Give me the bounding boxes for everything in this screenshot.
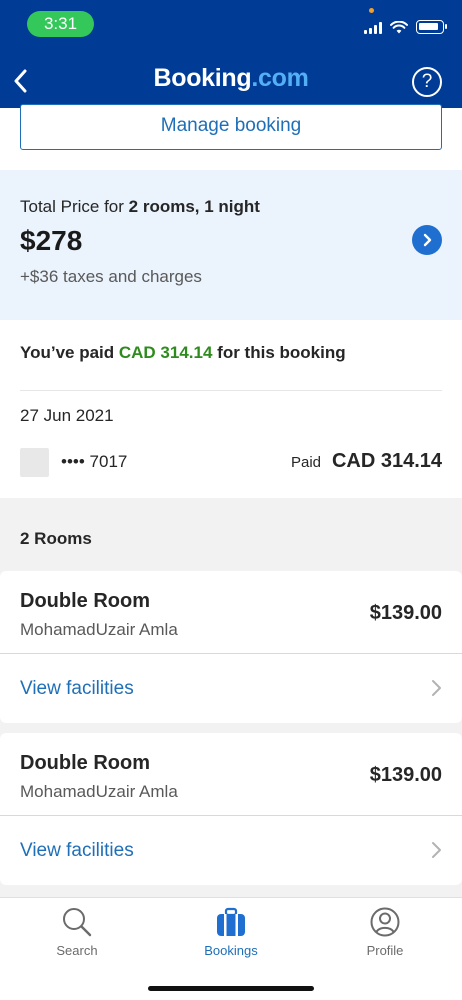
payment-summary-suffix: for this booking — [212, 343, 346, 362]
chevron-right-icon[interactable] — [430, 841, 442, 859]
total-price-label: Total Price for 2 rooms, 1 night — [20, 197, 260, 217]
battery-icon — [416, 20, 447, 34]
payment-section: You’ve paid CAD 314.14 for this booking … — [0, 320, 462, 498]
manage-booking-button[interactable]: Manage booking — [20, 104, 442, 150]
home-indicator — [148, 986, 314, 991]
chevron-right-icon[interactable] — [430, 679, 442, 697]
paid-amount: CAD 314.14 — [331, 450, 442, 472]
search-icon — [63, 908, 92, 937]
total-price-amount: $278 — [20, 225, 83, 256]
room-title: Double Room — [20, 590, 150, 612]
rooms-heading: 2 Rooms — [20, 529, 92, 548]
booking-logo: Booking.com — [0, 64, 462, 93]
tab-label: Search — [56, 943, 98, 958]
divider — [20, 390, 442, 391]
room-price: $139.00 — [369, 602, 442, 624]
profile-icon — [370, 907, 400, 937]
tab-search[interactable]: Search — [0, 898, 154, 968]
tab-label: Profile — [366, 943, 404, 958]
taxes-and-charges: +$36 taxes and charges — [20, 267, 202, 286]
cellular-signal-icon — [364, 21, 382, 34]
room-guest-name: MohamadUzair Amla — [20, 620, 178, 639]
payment-summary-amount: CAD 314.14 — [118, 343, 213, 362]
view-facilities-link[interactable]: View facilities — [20, 840, 134, 862]
room-card: Double Room MohamadUzair Amla $139.00 Vi… — [0, 733, 462, 885]
logo-main-text: Booking — [153, 64, 252, 92]
logo-suffix-text: .com — [251, 64, 309, 92]
help-button[interactable]: ? — [412, 67, 442, 97]
room-guest-name: MohamadUzair Amla — [20, 782, 178, 801]
manage-booking-section: Manage booking — [0, 104, 462, 170]
room-title: Double Room — [20, 752, 150, 774]
tab-bookings[interactable]: Bookings — [154, 898, 308, 968]
card-icon — [20, 448, 49, 477]
status-bar: 3:31 — [0, 0, 462, 48]
divider — [0, 653, 462, 654]
app-header: 3:31 Booking.com ? — [0, 0, 462, 108]
total-price-panel[interactable]: Total Price for 2 rooms, 1 night $278 +$… — [0, 170, 462, 320]
suitcase-icon — [217, 907, 245, 936]
tab-label: Bookings — [204, 943, 258, 958]
total-rooms-nights: 2 rooms, 1 night — [128, 197, 260, 216]
chevron-right-icon — [423, 233, 432, 247]
wifi-icon — [390, 20, 408, 33]
room-card: Double Room MohamadUzair Amla $139.00 Vi… — [0, 571, 462, 723]
status-icons — [364, 17, 447, 37]
status-time: 3:31 — [27, 11, 94, 37]
paid-label: Paid — [291, 454, 322, 471]
view-facilities-link[interactable]: View facilities — [20, 678, 134, 700]
card-number-masked: •••• 7017 — [61, 452, 128, 471]
payment-date: 27 Jun 2021 — [20, 406, 114, 425]
bottom-tab-bar: Search Bookings Profile — [0, 897, 462, 1000]
payment-summary-prefix: You’ve paid — [20, 343, 119, 362]
tab-profile[interactable]: Profile — [308, 898, 462, 968]
total-price-prefix: Total Price for — [20, 197, 129, 216]
price-details-button[interactable] — [412, 225, 442, 255]
room-price: $139.00 — [369, 764, 442, 786]
privacy-indicator-dot — [369, 8, 374, 13]
payment-summary: You’ve paid CAD 314.14 for this booking — [20, 343, 346, 363]
divider — [0, 815, 462, 816]
